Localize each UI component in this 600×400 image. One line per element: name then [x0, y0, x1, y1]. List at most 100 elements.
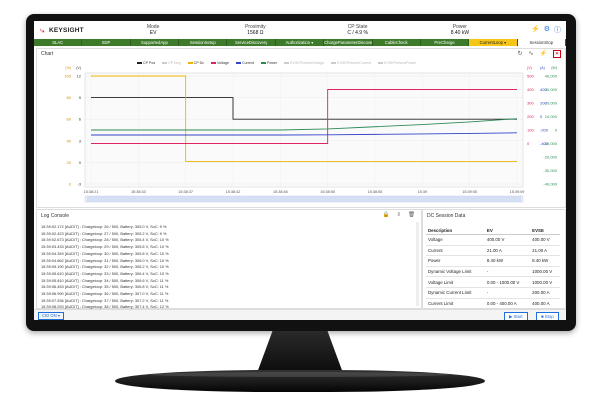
tab-sdp[interactable]: SDP: [82, 39, 131, 46]
settings-icon[interactable]: ⚙: [544, 25, 550, 35]
table-cell: Voltage Limit: [426, 276, 485, 288]
log-line: 15:39:02.673 [AUDIT] : Chargeloop: 28 / …: [41, 237, 169, 243]
table-row: Current 21.00 A 21.00 A: [426, 245, 560, 257]
y-tick-label: -200: [540, 128, 549, 133]
log-line: 15:39:04.349 [AUDIT] : Chargeloop: 30 / …: [41, 250, 169, 256]
tab-cablecheck[interactable]: CableCheck: [373, 39, 421, 46]
y-tick-label: 60: [67, 117, 72, 122]
x-tick-label: 15:38:50: [320, 190, 335, 194]
power-stat: Power 8.40 kW: [409, 24, 511, 36]
log-line: 15:39:04.662 [AUDIT] : Chargeloop: 31 / …: [41, 257, 169, 263]
y-axis-unit: (V): [76, 66, 81, 70]
y-tick-label: 500: [527, 74, 534, 79]
tab-authorization[interactable]: Authorization ▾: [276, 39, 325, 46]
chart-plot[interactable]: 100 1280 960 640 320 00 -3(%) (V)500 40,000400 40…: [37, 49, 565, 207]
x-tick-label: 15:38:33: [131, 190, 146, 194]
y-tick-label: -20,000: [543, 155, 557, 160]
tab-precharge[interactable]: PreCharge: [421, 39, 470, 46]
tab-sessionstop[interactable]: SessionStop: [517, 39, 566, 46]
table-cell: 400.00 V: [484, 234, 531, 246]
y-tick-label: 400: [527, 87, 534, 92]
tab-sessionsetup[interactable]: SessionSetup: [179, 39, 228, 46]
tab-chargeparameterdiscovery[interactable]: ChargeParameterDiscovery: [324, 39, 373, 46]
table-cell: 0.00 - 1000.00 V: [484, 276, 531, 288]
table-row: Power 8.40 kW 8.40 kW: [426, 255, 560, 267]
y-tick-label: -40,000: [543, 182, 557, 187]
tab-slac[interactable]: SLAC: [34, 39, 83, 46]
x-tick-label: 15:38:21: [84, 190, 99, 194]
download-icon[interactable]: ⇩: [396, 212, 401, 218]
start-button[interactable]: ▶ Start: [504, 311, 528, 320]
table-cell: 400.00 A: [530, 298, 560, 308]
table-row: Current Limit 0.00 - 400.00 A 400.00 A: [426, 298, 560, 308]
x-tick-label: 15:39:05: [462, 190, 477, 194]
table-row: Dynamic Voltage Limit -1000.00 V: [426, 266, 560, 278]
y-axis-unit: (V): [527, 66, 532, 70]
y-tick-label: 3: [79, 138, 82, 143]
y-tick-label: 9: [79, 95, 82, 100]
log-line: 15:39:06.990 [AUDIT] : Chargeloop: 36 / …: [41, 291, 169, 297]
lock-icon[interactable]: 🔒: [383, 212, 390, 218]
x-tick-label: 15:39: [418, 190, 428, 194]
stop-button[interactable]: ■ Stop: [536, 311, 559, 320]
y-tick-label: 100: [64, 74, 71, 79]
y-tick-label: 10,000: [545, 114, 558, 119]
tab-supportedapp[interactable]: SupportedApp: [131, 39, 180, 46]
log-line: 15:39:06.453 [AUDIT] : Chargeloop: 35 / …: [41, 284, 169, 290]
table-row: Voltage 400.00 V 400.00 V: [426, 234, 560, 246]
x-tick-label: 15:38:42: [226, 190, 241, 194]
column-header: Description: [426, 226, 485, 235]
cid-dropdown[interactable]: CID ON ▾: [38, 312, 64, 320]
y-tick-label: 0: [527, 141, 530, 146]
x-tick-label: 15:39:09: [510, 190, 525, 194]
trash-icon[interactable]: 🗑: [408, 212, 415, 218]
stat-value: 8.40 kW: [450, 30, 470, 36]
sequence-nav: SLAC SDP SupportedApp SessionSetup Servi…: [34, 39, 566, 46]
log-line: 15:39:05.610 [AUDIT] : Chargeloop: 33 / …: [41, 270, 169, 276]
tab-servicediscovery[interactable]: ServiceDiscovery: [227, 39, 276, 46]
y-tick-label: 80: [67, 95, 72, 100]
y-tick-label: 0: [540, 114, 543, 119]
plug-icon[interactable]: ⚡: [531, 25, 540, 35]
x-tick-label: 15:38:55: [368, 190, 383, 194]
table-cell: Power: [426, 255, 485, 267]
y-tick-label: 12: [77, 74, 82, 79]
mode-stat: Mode EV: [102, 24, 204, 36]
range-selection: [87, 196, 521, 202]
table-cell: 21.00 A: [530, 245, 560, 257]
table-cell: Dynamic Current Limit: [426, 287, 485, 299]
y-axis-unit: (A): [540, 66, 545, 70]
help-icon[interactable]: ⓘ: [554, 25, 561, 35]
table-cell: 1000.00 V: [530, 266, 560, 278]
app-screen: ⤷ KEYSIGHT Mode EV Proximity 1568 Ω CP S…: [34, 21, 566, 320]
monitor-stand-neck: [257, 331, 343, 373]
footer-bar: CID ON ▾ ▶ Start ■ Stop: [34, 309, 566, 320]
table-cell: 200.00 A: [530, 287, 560, 299]
table-cell: Voltage: [426, 234, 485, 246]
table-cell: -: [484, 266, 531, 278]
log-line: 15:39:02.423 [AUDIT] : Chargeloop: 27 / …: [41, 230, 167, 236]
column-header: EV: [484, 226, 531, 235]
log-console-panel: Log Console 🔒 ⇩ 🗑 15:39:02.172 [AUDIT] :…: [36, 209, 422, 316]
log-line: 15:39:05.190 [AUDIT] : Chargeloop: 32 / …: [41, 264, 169, 270]
y-tick-label: 40: [67, 138, 72, 143]
log-scrollbar[interactable]: [416, 222, 419, 306]
y-tick-label: 30,000: [545, 87, 558, 92]
y-tick-label: -10,000: [543, 141, 557, 146]
tab-currentloop[interactable]: CurrentLoop ▾: [469, 39, 518, 46]
table-row: Dynamic Current Limit -200.00 A: [426, 287, 560, 299]
table-cell: 0.00 - 400.00 A: [484, 298, 531, 308]
log-lines: 15:39:02.172 [AUDIT] : Chargeloop: 26 / …: [41, 224, 411, 318]
y-tick-label: 0: [555, 128, 558, 133]
y-tick-label: 40,000: [545, 74, 558, 79]
y-tick-label: 100: [527, 128, 534, 133]
table-cell: Dynamic Voltage Limit: [426, 266, 485, 278]
stat-value: C / 4.9 %: [347, 30, 368, 36]
dc-title: DC Session Data: [427, 213, 466, 219]
y-tick-label: -30,000: [543, 168, 557, 173]
table-cell: 8.40 kW: [484, 255, 531, 267]
brand-name: KEYSIGHT: [49, 26, 84, 34]
y-tick-label: 0: [69, 182, 72, 187]
x-tick-label: 15:38:37: [178, 190, 193, 194]
table-cell: 8.40 kW: [530, 255, 560, 267]
